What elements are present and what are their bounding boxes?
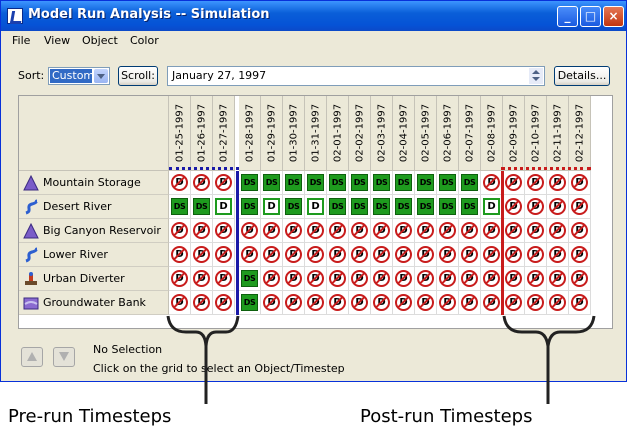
annotation-overlay [166,315,596,404]
post-run-caption: Post-run Timesteps [360,406,533,427]
post-run-bracket [502,315,596,347]
pre-run-bracket [166,315,240,347]
pre-run-caption: Pre-run Timesteps [8,406,172,427]
